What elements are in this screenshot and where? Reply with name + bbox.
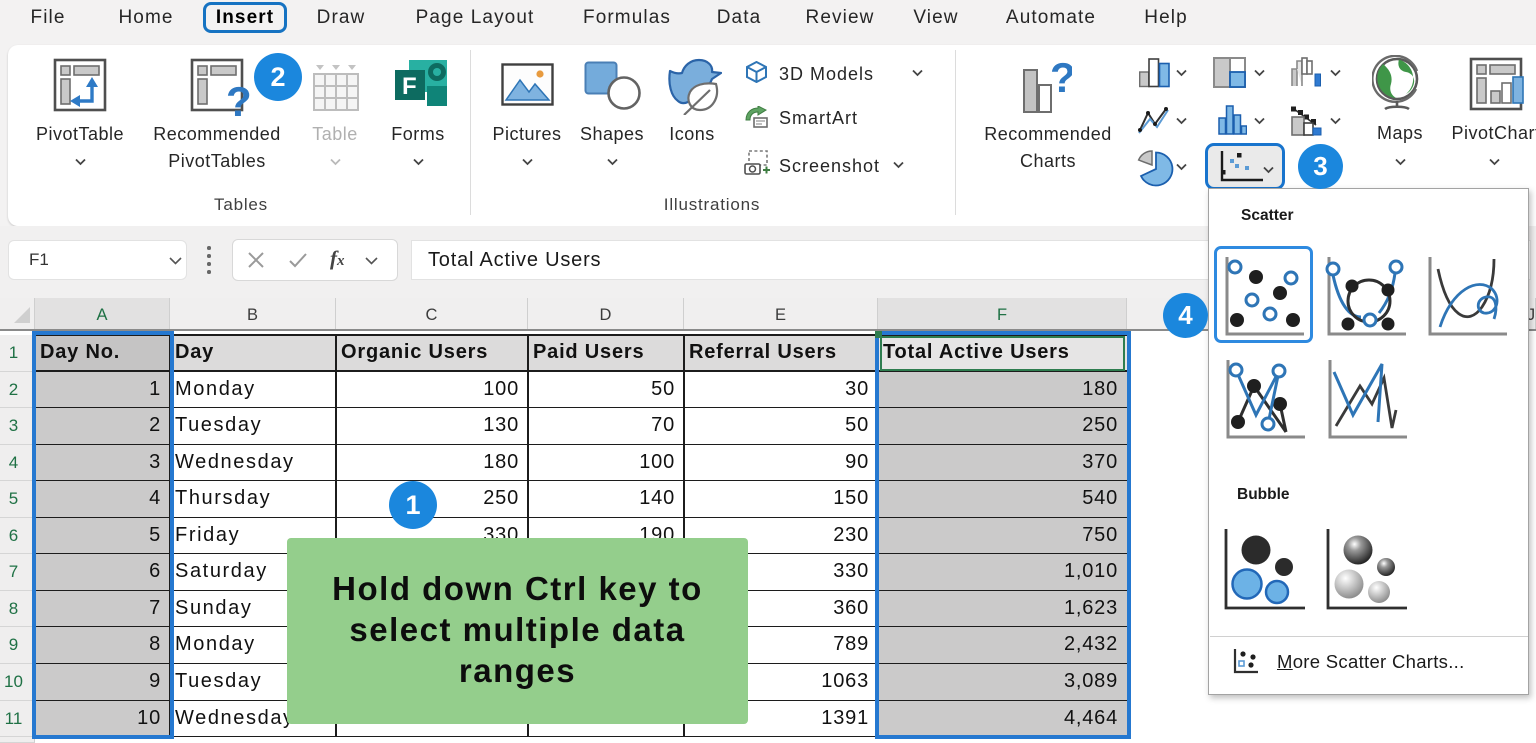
- svg-text:?: ?: [1050, 58, 1072, 101]
- svg-text:?: ?: [226, 78, 252, 120]
- svg-text:F: F: [402, 73, 417, 100]
